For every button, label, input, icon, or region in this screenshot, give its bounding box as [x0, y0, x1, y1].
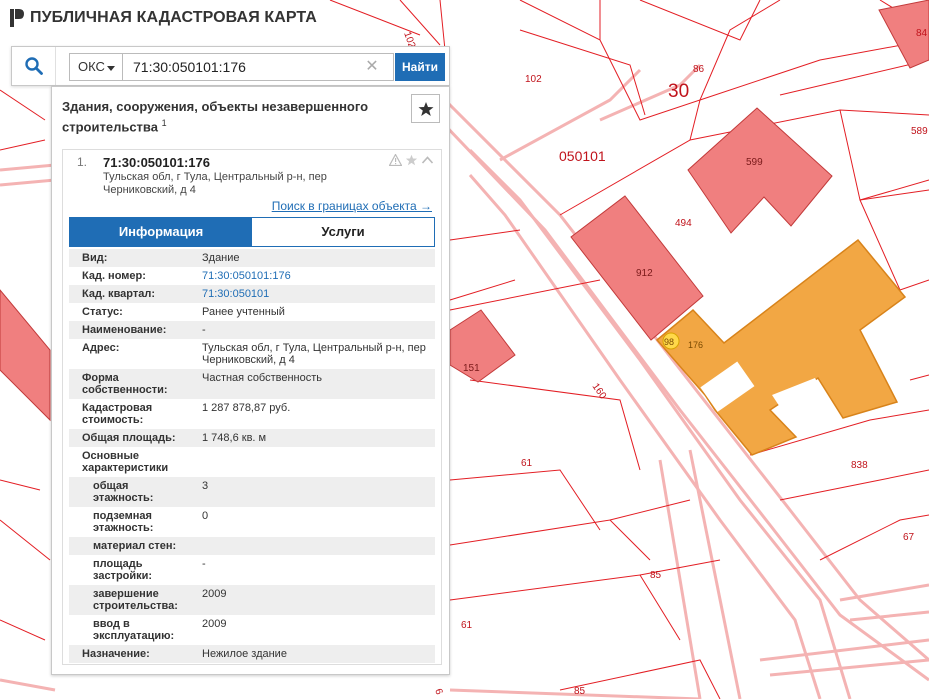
attr-value: 3 [202, 480, 209, 492]
tab-services[interactable]: Услуги [252, 218, 434, 246]
table-row: Кад. номер: 71:30:050101:176 [69, 267, 435, 285]
attr-label: ввод в эксплуатацию: [93, 618, 175, 642]
table-row: Форма собственности: Частная собственнос… [69, 369, 435, 399]
attr-label: Кад. квартал: [82, 288, 156, 300]
chevron-up-icon[interactable] [421, 154, 434, 166]
attr-value: Нежилое здание [202, 648, 287, 660]
attr-value: Ранее учтенный [202, 306, 285, 318]
map-label-parcel: 912 [636, 268, 653, 279]
attr-value: 2009 [202, 588, 227, 600]
map-label-parcel: 838 [851, 460, 868, 471]
attr-label: Вид: [82, 252, 108, 264]
attr-value-link[interactable]: 71:30:050101 [202, 288, 430, 300]
map-label-parcel: 151 [463, 363, 480, 374]
attr-value: Тульская обл, г Тула, Центральный р-н, п… [202, 342, 426, 366]
clear-icon[interactable]: ✕ [361, 53, 383, 81]
attr-value: Частная собственность [202, 372, 323, 384]
object-type-label: ОКС [78, 59, 105, 74]
chevron-down-icon [107, 66, 115, 71]
map-label-parcel: 589 [911, 126, 928, 137]
attr-label: Общая площадь: [82, 432, 176, 444]
map-label-district: 30 [668, 81, 689, 102]
attr-label: завершение строительства: [93, 588, 178, 612]
panel-title: Здания, сооружения, объекты незавершенно… [62, 98, 402, 135]
panel-title-text: Здания, сооружения, объекты незавершенно… [62, 99, 369, 135]
table-row: Кад. квартал: 71:30:050101 [69, 285, 435, 303]
attr-value: - [202, 324, 206, 336]
result-tabs: Информация Услуги [69, 217, 435, 247]
attr-label: материал стен: [93, 540, 177, 552]
attr-label: Кад. номер: [82, 270, 146, 282]
attr-value-link[interactable]: 71:30:050101:176 [202, 270, 430, 282]
result-cadastral-number[interactable]: 71:30:050101:176 [103, 155, 210, 170]
table-row: материал стен: [69, 537, 435, 555]
map-label-parcel: 84 [916, 28, 928, 39]
attr-label: Кадастровая стоимость: [82, 402, 153, 426]
attr-value: 1 287 878,87 руб. [202, 402, 291, 414]
result-address: Тульская обл, г Тула, Центральный р-н, п… [103, 171, 327, 196]
favorite-button[interactable] [411, 94, 440, 123]
logo-icon [10, 9, 24, 27]
attr-label: Назначение: [82, 648, 150, 660]
map-label-parcel: 102 [525, 74, 542, 85]
search-bar: ОКС ✕ Найти [11, 46, 450, 86]
result-card: 1. 71:30:050101:176 Тульская обл, г Тула… [62, 149, 442, 665]
attr-value: - [202, 558, 206, 570]
table-row: Основные характеристики [69, 447, 435, 477]
star-icon [418, 101, 433, 116]
results-panel: Здания, сооружения, объекты незавершенно… [51, 86, 450, 675]
attr-label: Форма собственности: [82, 372, 168, 396]
attr-label: Основные характеристики [82, 450, 169, 474]
search-input[interactable] [122, 53, 394, 81]
map-label-parcel: 98 [664, 337, 674, 347]
map-label-parcel: 67 [903, 532, 915, 543]
table-row: площадь застройки: - [69, 555, 435, 585]
object-type-select[interactable]: ОКС [69, 53, 123, 81]
table-row: Назначение: Нежилое здание [69, 645, 435, 663]
table-row: Статус: Ранее учтенный [69, 303, 435, 321]
attr-value: Здание [202, 252, 240, 264]
map-label-parcel: 86 [693, 64, 705, 75]
table-row: подземная этажность: 0 [69, 507, 435, 537]
map-label-parcel: 85 [650, 570, 662, 581]
warning-icon[interactable] [389, 154, 402, 166]
attr-label: Статус: [82, 306, 123, 318]
find-button[interactable]: Найти [395, 53, 445, 81]
attr-label: Адрес: [82, 342, 120, 354]
attr-value: 2009 [202, 618, 227, 630]
app-header: ПУБЛИЧНАЯ КАДАСТРОВАЯ КАРТА [10, 9, 317, 27]
search-icon[interactable] [12, 47, 56, 85]
attr-value: 1 748,6 кв. м [202, 432, 267, 444]
table-row: общая этажность: 3 [69, 477, 435, 507]
table-row: Вид: Здание [69, 249, 435, 267]
map-label-parcel: 599 [746, 157, 763, 168]
card-actions [389, 154, 434, 166]
map-label-parcel: 85 [574, 686, 586, 697]
attr-label: Наименование: [82, 324, 167, 336]
table-row: Наименование: - [69, 321, 435, 339]
table-row: Адрес: Тульская обл, г Тула, Центральный… [69, 339, 435, 369]
search-within-link[interactable]: Поиск в границах объекта → [272, 199, 432, 213]
table-row: Общая площадь: 1 748,6 кв. м [69, 429, 435, 447]
panel-title-count: 1 [161, 118, 167, 128]
table-row: ввод в эксплуатацию: 2009 [69, 615, 435, 645]
map-label-quarter: 050101 [559, 148, 606, 164]
result-index: 1. [77, 155, 88, 169]
tab-info[interactable]: Информация [70, 218, 252, 246]
map-label-parcel: 494 [675, 218, 692, 229]
map-label-parcel: 61 [521, 458, 533, 469]
attr-label: общая этажность: [93, 480, 154, 504]
app-title: ПУБЛИЧНАЯ КАДАСТРОВАЯ КАРТА [30, 9, 317, 26]
table-row: Кадастровая стоимость: 1 287 878,87 руб. [69, 399, 435, 429]
attr-label: площадь застройки: [93, 558, 153, 582]
star-icon[interactable] [405, 154, 418, 166]
map-label-parcel: 61 [461, 620, 473, 631]
attr-label: подземная этажность: [93, 510, 154, 534]
attr-value: 0 [202, 510, 209, 522]
table-row: завершение строительства: 2009 [69, 585, 435, 615]
map-label-parcel: 176 [688, 340, 703, 350]
